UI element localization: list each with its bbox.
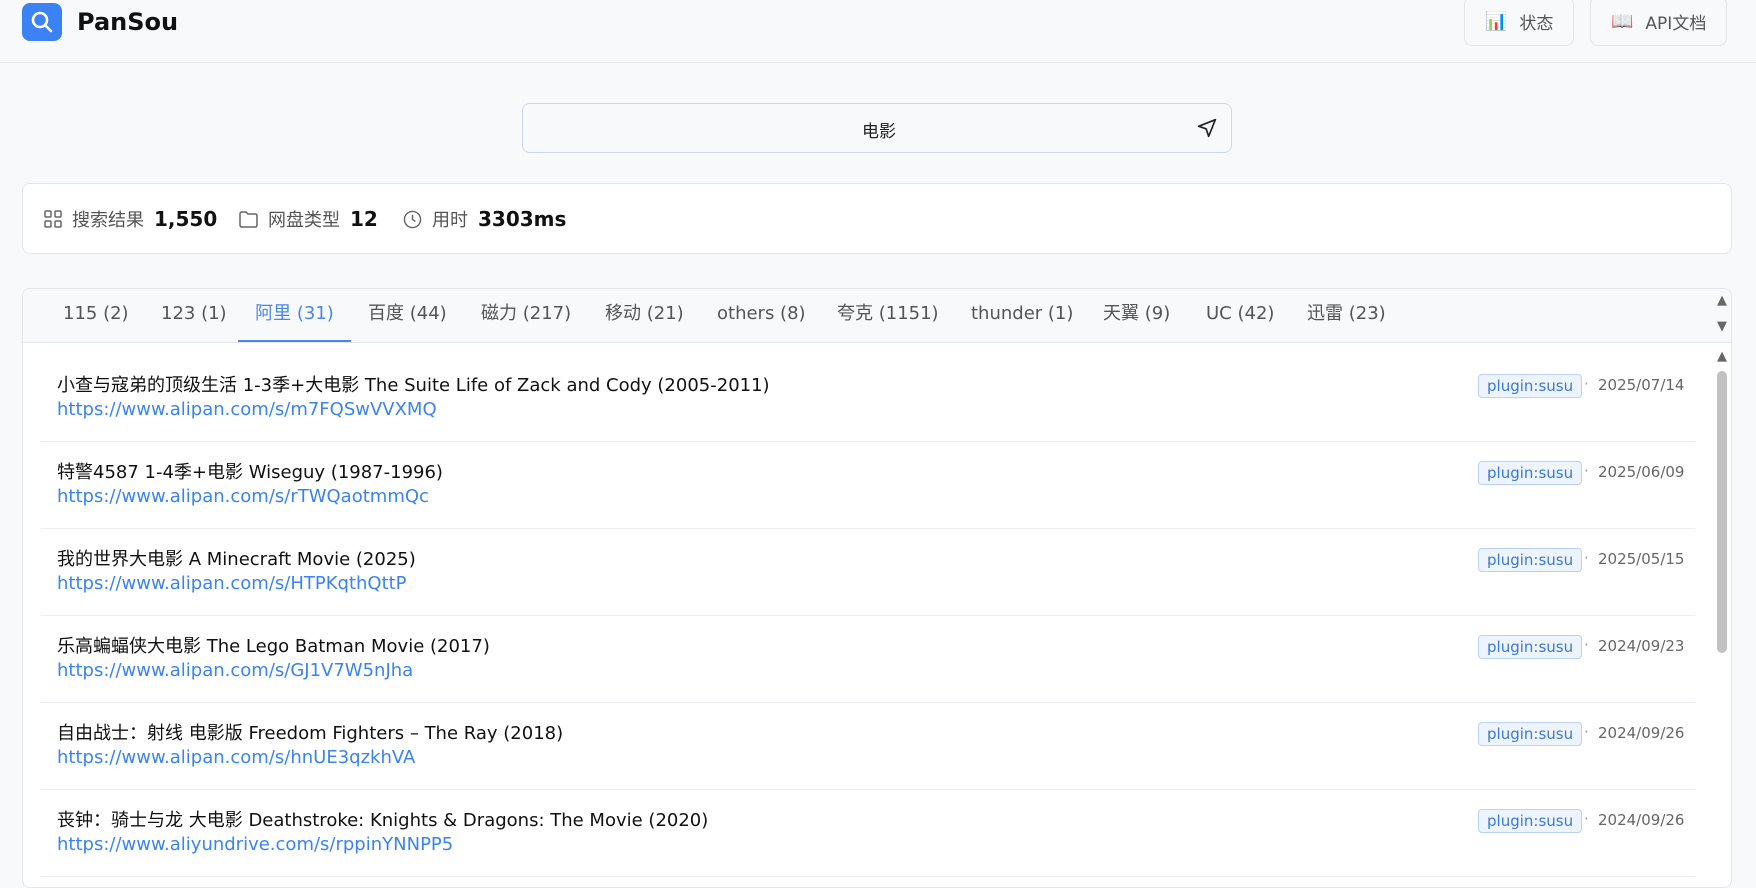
time-label: 用时 — [432, 210, 468, 231]
tab-baidu[interactable]: 百度 (44) — [368, 289, 447, 342]
api-docs-button[interactable]: 📖 API文档 — [1590, 0, 1728, 46]
result-row: 自由战士：射线 电影版 Freedom Fighters – The Ray (… — [41, 703, 1695, 790]
separator-dot: · — [1584, 810, 1589, 828]
tab-115[interactable]: 115 (2) — [63, 289, 129, 342]
folder-icon — [239, 210, 258, 228]
source-badge: plugin:susu — [1478, 461, 1583, 485]
separator-dot: · — [1584, 636, 1589, 654]
result-date: 2024/09/23 — [1598, 637, 1685, 655]
status-button[interactable]: 📊 状态 — [1464, 0, 1575, 46]
tab-quark[interactable]: 夸克 (1151) — [837, 289, 939, 342]
send-icon[interactable] — [1197, 118, 1217, 138]
tab-tianyi[interactable]: 天翼 (9) — [1103, 289, 1170, 342]
stat-time: 用时 3303ms — [403, 206, 566, 232]
result-title: 自由战士：射线 电影版 Freedom Fighters – The Ray (… — [57, 723, 564, 744]
source-badge: plugin:susu — [1478, 374, 1583, 398]
app-title: PanSou — [77, 8, 179, 36]
tab-magnet[interactable]: 磁力 (217) — [481, 289, 571, 342]
result-title: 我的世界大电影 A Minecraft Movie (2025) — [57, 549, 416, 570]
source-badge: plugin:susu — [1478, 809, 1583, 833]
tab-ali[interactable]: 阿里 (31) — [238, 289, 351, 342]
result-row: 小查与寇弟的顶级生活 1-3季+大电影 The Suite Life of Za… — [41, 355, 1695, 442]
result-title: 丧钟：骑士与龙 大电影 Deathstroke: Knights & Drago… — [57, 810, 709, 831]
result-link[interactable]: https://www.alipan.com/s/HTPKqthQttP — [57, 573, 407, 594]
source-badge: plugin:susu — [1478, 635, 1583, 659]
result-link[interactable]: https://www.aliyundrive.com/s/rppinYNNPP… — [57, 834, 453, 855]
tabs-scroll-up-icon[interactable]: ▲ — [1717, 293, 1727, 308]
clock-icon — [403, 210, 422, 228]
result-row: 特警4587 1-4季+电影 Wiseguy (1987-1996) https… — [41, 442, 1695, 529]
book-icon: 📖 — [1611, 10, 1634, 32]
types-label: 网盘类型 — [268, 210, 340, 231]
result-link[interactable]: https://www.alipan.com/s/hnUE3qzkhVA — [57, 747, 415, 768]
source-badge: plugin:susu — [1478, 548, 1583, 572]
drive-type-tabs: 115 (2) 123 (1) 阿里 (31) 百度 (44) 磁力 (217)… — [23, 289, 1731, 343]
search-logo-icon[interactable] — [22, 3, 62, 41]
result-link[interactable]: https://www.alipan.com/s/m7FQSwVVXMQ — [57, 399, 437, 420]
time-value: 3303ms — [478, 207, 567, 231]
tabs-scroll-down-icon[interactable]: ▼ — [1717, 319, 1727, 334]
result-row: 我的世界大电影 A Minecraft Movie (2025) https:/… — [41, 529, 1695, 616]
separator-dot: · — [1584, 549, 1589, 567]
search-input[interactable] — [523, 104, 1235, 154]
separator-dot: · — [1584, 375, 1589, 393]
result-row: 丧钟：骑士与龙 大电影 Deathstroke: Knights & Drago… — [41, 790, 1695, 877]
result-row: 乐高蝙蝠侠大电影 The Lego Batman Movie (2017) ht… — [41, 616, 1695, 703]
result-date: 2024/09/26 — [1598, 811, 1685, 829]
list-scrollbar-thumb[interactable] — [1717, 371, 1727, 653]
result-date: 2025/07/14 — [1598, 376, 1685, 394]
list-scroll-up-icon[interactable]: ▲ — [1717, 349, 1727, 364]
result-date: 2024/09/26 — [1598, 724, 1685, 742]
result-link[interactable]: https://www.alipan.com/s/GJ1V7W5nJha — [57, 660, 413, 681]
stat-types: 网盘类型 12 — [239, 206, 378, 232]
result-date: 2025/05/15 — [1598, 550, 1685, 568]
source-badge: plugin:susu — [1478, 722, 1583, 746]
tab-thunder[interactable]: thunder (1) — [971, 289, 1073, 342]
result-title: 特警4587 1-4季+电影 Wiseguy (1987-1996) — [57, 462, 443, 483]
tab-xunlei[interactable]: 迅雷 (23) — [1307, 289, 1386, 342]
results-panel: 115 (2) 123 (1) 阿里 (31) 百度 (44) 磁力 (217)… — [22, 288, 1732, 888]
status-label: 状态 — [1519, 13, 1554, 34]
result-title: 小查与寇弟的顶级生活 1-3季+大电影 The Suite Life of Za… — [57, 375, 770, 396]
separator-dot: · — [1584, 723, 1589, 741]
tab-123[interactable]: 123 (1) — [161, 289, 227, 342]
search-box — [522, 103, 1235, 154]
results-count: 1,550 — [154, 207, 218, 231]
results-label: 搜索结果 — [72, 210, 144, 231]
grid-icon — [44, 210, 62, 228]
bar-chart-icon: 📊 — [1485, 10, 1508, 32]
api-docs-label: API文档 — [1645, 13, 1707, 34]
result-title: 乐高蝙蝠侠大电影 The Lego Batman Movie (2017) — [57, 636, 490, 657]
stat-results: 搜索结果 1,550 — [44, 206, 217, 232]
result-link[interactable]: https://www.alipan.com/s/rTWQaotmmQc — [57, 486, 429, 507]
result-date: 2025/06/09 — [1598, 463, 1685, 481]
search-stats-bar: 搜索结果 1,550 网盘类型 12 用时 3303ms — [22, 183, 1732, 254]
separator-dot: · — [1584, 462, 1589, 480]
tab-others[interactable]: others (8) — [717, 289, 806, 342]
top-header: PanSou 📊 状态 📖 API文档 — [0, 0, 1756, 63]
tab-mobile[interactable]: 移动 (21) — [605, 289, 684, 342]
tab-uc[interactable]: UC (42) — [1206, 289, 1274, 342]
types-count: 12 — [350, 207, 378, 231]
